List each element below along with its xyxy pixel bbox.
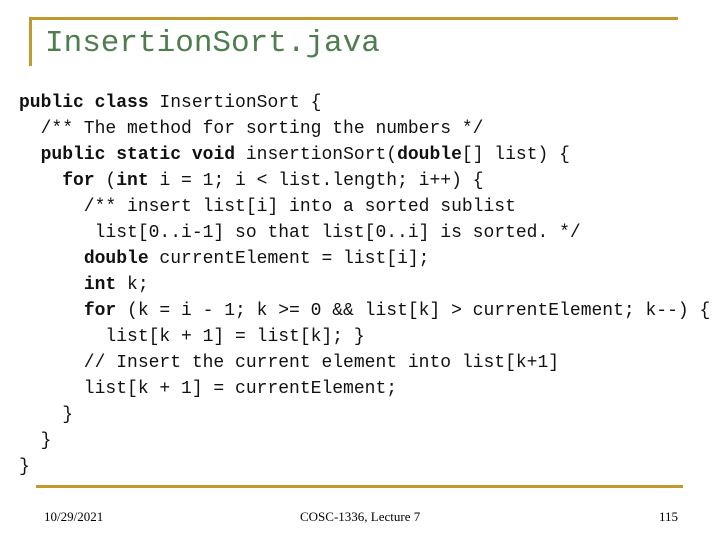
code-line: double currentElement = list[i];	[19, 246, 710, 272]
title-frame-top-border	[29, 17, 678, 20]
code-text: k;	[116, 275, 149, 295]
code-text: // Insert the current element into list[…	[19, 353, 560, 373]
code-line: list[0..i-1] so that list[0..i] is sorte…	[19, 220, 710, 246]
code-text: }	[19, 405, 74, 425]
code-text: }	[19, 457, 30, 477]
slide-title: InsertionSort.java	[45, 26, 380, 61]
code-text: InsertionSort {	[148, 93, 322, 113]
code-text: }	[19, 431, 52, 451]
code-text: (k = i - 1; k >= 0 && list[k] > currentE…	[116, 301, 711, 321]
code-line: list[k + 1] = list[k]; }	[19, 324, 710, 350]
code-text: currentElement = list[i];	[148, 249, 430, 269]
code-keyword: public class	[19, 93, 149, 113]
code-line: int k;	[19, 272, 710, 298]
footer-date: 10/29/2021	[44, 509, 104, 524]
code-keyword: for	[83, 301, 117, 321]
code-line: for (k = i - 1; k >= 0 && list[k] > curr…	[19, 298, 711, 324]
code-line: public class InsertionSort {	[19, 90, 710, 116]
code-keyword: double	[397, 145, 462, 165]
code-text: list[0..i-1] so that list[0..i] is sorte…	[19, 223, 581, 243]
code-line: for (int i = 1; i < list.length; i++) {	[19, 168, 710, 194]
code-block: public class InsertionSort { /** The met…	[19, 90, 710, 480]
code-line: // Insert the current element into list[…	[19, 350, 710, 376]
title-frame-left-border	[29, 17, 32, 66]
code-text: /** The method for sorting the numbers *…	[19, 119, 484, 139]
code-text: i = 1; i < list.length; i++) {	[148, 171, 484, 191]
code-keyword: public static void	[40, 145, 236, 165]
code-text: /** insert list[i] into a sorted sublist	[19, 197, 516, 217]
code-keyword: double	[83, 249, 149, 269]
code-keyword: int	[83, 275, 117, 295]
code-line: /** The method for sorting the numbers *…	[19, 116, 710, 142]
code-line: }	[19, 402, 710, 428]
code-line: }	[19, 428, 710, 454]
code-keyword: int	[116, 171, 149, 191]
code-text: list[k + 1] = list[k]; }	[19, 327, 365, 347]
code-text: (	[94, 171, 117, 191]
footer-divider	[36, 485, 683, 488]
code-line: /** insert list[i] into a sorted sublist	[19, 194, 710, 220]
code-text: list[k + 1] = currentElement;	[19, 379, 398, 399]
code-line: }	[19, 454, 710, 480]
code-text: [] list) {	[461, 145, 570, 165]
code-keyword: for	[62, 171, 95, 191]
footer-course-label: COSC-1336, Lecture 7	[300, 509, 421, 524]
code-line: public static void insertionSort(double[…	[19, 142, 710, 168]
page-number: 115	[659, 509, 679, 524]
code-text: insertionSort(	[235, 145, 398, 165]
code-line: list[k + 1] = currentElement;	[19, 376, 710, 402]
